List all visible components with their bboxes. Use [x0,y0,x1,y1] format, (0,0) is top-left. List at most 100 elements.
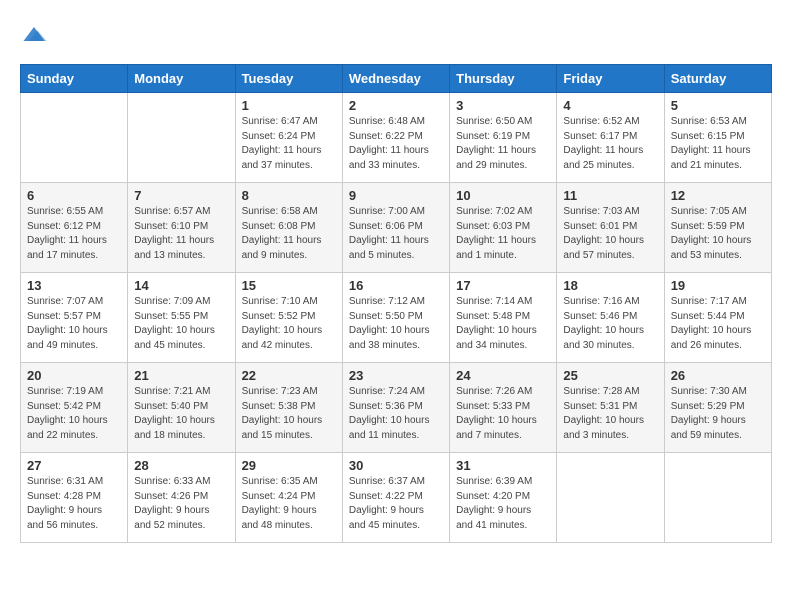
calendar-cell: 23Sunrise: 7:24 AM Sunset: 5:36 PM Dayli… [342,363,449,453]
calendar-cell [21,93,128,183]
calendar-week-row: 13 Sunrise: 7:07 AM Sunset: 5:57 PM Dayli… [21,273,772,363]
day-info: Sunrise: 6:55 AM Sunset: 6:12 PM Dayligh… [27,205,121,263]
day-info: Sunrise: 7:03 AM Sunset: 6:01 PM Dayligh… [563,205,657,263]
calendar-cell: 24 Sunrise: 7:26 AM Sunset: 5:33 PM Dayli… [450,363,557,453]
calendar-cell: 11 Sunrise: 7:03 AM Sunset: 6:01 PM Dayli… [557,183,664,273]
header-day: Monday [128,65,235,93]
calendar-cell: 18Sunrise: 7:16 AM Sunset: 5:46 PM Dayli… [557,273,664,363]
calendar-cell: 22 Sunrise: 7:23 AM Sunset: 5:38 PM Dayli… [235,363,342,453]
day-info: Sunrise: 7:05 AM Sunset: 5:59 PM Dayligh… [671,205,765,263]
day-number: 5 [671,98,765,113]
day-number: 6 [27,188,121,203]
day-number: 1 [242,98,336,113]
calendar-cell: 16Sunrise: 7:12 AM Sunset: 5:50 PM Dayli… [342,273,449,363]
calendar-cell: 25 Sunrise: 7:28 AM Sunset: 5:31 PM Dayli… [557,363,664,453]
day-info: Sunrise: 6:33 AM Sunset: 4:26 PM Dayligh… [134,475,228,533]
day-info: Sunrise: 6:57 AM Sunset: 6:10 PM Dayligh… [134,205,228,263]
day-number: 10 [456,188,550,203]
calendar-cell [557,453,664,543]
header-day: Sunday [21,65,128,93]
day-info: Sunrise: 6:58 AM Sunset: 6:08 PM Dayligh… [242,205,336,263]
day-info: Sunrise: 7:12 AM Sunset: 5:50 PM Dayligh… [349,295,443,353]
day-info: Sunrise: 6:37 AM Sunset: 4:22 PM Dayligh… [349,475,443,533]
header-day: Friday [557,65,664,93]
logo-icon [20,20,48,48]
day-info: Sunrise: 7:19 AM Sunset: 5:42 PM Dayligh… [27,385,121,443]
calendar-body: 1 Sunrise: 6:47 AM Sunset: 6:24 PM Daylig… [21,93,772,543]
day-info: Sunrise: 6:53 AM Sunset: 6:15 PM Dayligh… [671,115,765,173]
calendar-cell: 6 Sunrise: 6:55 AM Sunset: 6:12 PM Daylig… [21,183,128,273]
header-day: Thursday [450,65,557,93]
calendar-cell: 26 Sunrise: 7:30 AM Sunset: 5:29 PM Dayli… [664,363,771,453]
calendar-cell: 14 Sunrise: 7:09 AM Sunset: 5:55 PM Dayli… [128,273,235,363]
calendar-cell: 19 Sunrise: 7:17 AM Sunset: 5:44 PM Dayli… [664,273,771,363]
calendar-cell: 28Sunrise: 6:33 AM Sunset: 4:26 PM Dayli… [128,453,235,543]
page-header [20,20,772,48]
calendar-cell: 29Sunrise: 6:35 AM Sunset: 4:24 PM Dayli… [235,453,342,543]
day-number: 9 [349,188,443,203]
day-info: Sunrise: 7:09 AM Sunset: 5:55 PM Dayligh… [134,295,228,353]
day-number: 25 [563,368,657,383]
day-number: 24 [456,368,550,383]
day-info: Sunrise: 7:00 AM Sunset: 6:06 PM Dayligh… [349,205,443,263]
day-number: 17 [456,278,550,293]
day-info: Sunrise: 6:31 AM Sunset: 4:28 PM Dayligh… [27,475,121,533]
calendar-table: SundayMondayTuesdayWednesdayThursdayFrid… [20,64,772,543]
calendar-cell: 8Sunrise: 6:58 AM Sunset: 6:08 PM Daylig… [235,183,342,273]
calendar-cell: 7 Sunrise: 6:57 AM Sunset: 6:10 PM Daylig… [128,183,235,273]
day-info: Sunrise: 7:21 AM Sunset: 5:40 PM Dayligh… [134,385,228,443]
calendar-cell: 20 Sunrise: 7:19 AM Sunset: 5:42 PM Dayli… [21,363,128,453]
day-info: Sunrise: 7:26 AM Sunset: 5:33 PM Dayligh… [456,385,550,443]
day-number: 22 [242,368,336,383]
day-info: Sunrise: 6:50 AM Sunset: 6:19 PM Dayligh… [456,115,550,173]
day-info: Sunrise: 7:14 AM Sunset: 5:48 PM Dayligh… [456,295,550,353]
day-number: 30 [349,458,443,473]
day-number: 4 [563,98,657,113]
calendar-week-row: 20 Sunrise: 7:19 AM Sunset: 5:42 PM Dayli… [21,363,772,453]
day-info: Sunrise: 7:23 AM Sunset: 5:38 PM Dayligh… [242,385,336,443]
day-number: 7 [134,188,228,203]
day-number: 19 [671,278,765,293]
day-number: 15 [242,278,336,293]
calendar-header: SundayMondayTuesdayWednesdayThursdayFrid… [21,65,772,93]
day-number: 12 [671,188,765,203]
day-info: Sunrise: 7:16 AM Sunset: 5:46 PM Dayligh… [563,295,657,353]
day-number: 13 [27,278,121,293]
calendar-cell: 31 Sunrise: 6:39 AM Sunset: 4:20 PM Dayli… [450,453,557,543]
calendar-cell: 15 Sunrise: 7:10 AM Sunset: 5:52 PM Dayli… [235,273,342,363]
header-day: Tuesday [235,65,342,93]
day-info: Sunrise: 7:02 AM Sunset: 6:03 PM Dayligh… [456,205,550,263]
calendar-cell: 5 Sunrise: 6:53 AM Sunset: 6:15 PM Daylig… [664,93,771,183]
calendar-week-row: 6 Sunrise: 6:55 AM Sunset: 6:12 PM Daylig… [21,183,772,273]
calendar-cell: 9 Sunrise: 7:00 AM Sunset: 6:06 PM Daylig… [342,183,449,273]
day-number: 11 [563,188,657,203]
day-info: Sunrise: 7:24 AM Sunset: 5:36 PM Dayligh… [349,385,443,443]
day-number: 21 [134,368,228,383]
day-info: Sunrise: 7:10 AM Sunset: 5:52 PM Dayligh… [242,295,336,353]
day-number: 29 [242,458,336,473]
calendar-cell: 4Sunrise: 6:52 AM Sunset: 6:17 PM Daylig… [557,93,664,183]
day-info: Sunrise: 6:48 AM Sunset: 6:22 PM Dayligh… [349,115,443,173]
calendar-cell: 10 Sunrise: 7:02 AM Sunset: 6:03 PM Dayli… [450,183,557,273]
day-info: Sunrise: 7:28 AM Sunset: 5:31 PM Dayligh… [563,385,657,443]
day-info: Sunrise: 7:07 AM Sunset: 5:57 PM Dayligh… [27,295,121,353]
day-info: Sunrise: 7:17 AM Sunset: 5:44 PM Dayligh… [671,295,765,353]
calendar-week-row: 27Sunrise: 6:31 AM Sunset: 4:28 PM Dayli… [21,453,772,543]
day-number: 14 [134,278,228,293]
day-number: 31 [456,458,550,473]
day-info: Sunrise: 7:30 AM Sunset: 5:29 PM Dayligh… [671,385,765,443]
day-info: Sunrise: 6:47 AM Sunset: 6:24 PM Dayligh… [242,115,336,173]
header-day: Saturday [664,65,771,93]
calendar-cell: 3 Sunrise: 6:50 AM Sunset: 6:19 PM Daylig… [450,93,557,183]
day-info: Sunrise: 6:39 AM Sunset: 4:20 PM Dayligh… [456,475,550,533]
calendar-week-row: 1 Sunrise: 6:47 AM Sunset: 6:24 PM Daylig… [21,93,772,183]
day-number: 3 [456,98,550,113]
day-number: 26 [671,368,765,383]
calendar-cell: 27Sunrise: 6:31 AM Sunset: 4:28 PM Dayli… [21,453,128,543]
calendar-cell: 2Sunrise: 6:48 AM Sunset: 6:22 PM Daylig… [342,93,449,183]
logo [20,20,52,48]
calendar-cell: 17 Sunrise: 7:14 AM Sunset: 5:48 PM Dayli… [450,273,557,363]
header-row: SundayMondayTuesdayWednesdayThursdayFrid… [21,65,772,93]
calendar-cell: 21 Sunrise: 7:21 AM Sunset: 5:40 PM Dayli… [128,363,235,453]
day-number: 20 [27,368,121,383]
